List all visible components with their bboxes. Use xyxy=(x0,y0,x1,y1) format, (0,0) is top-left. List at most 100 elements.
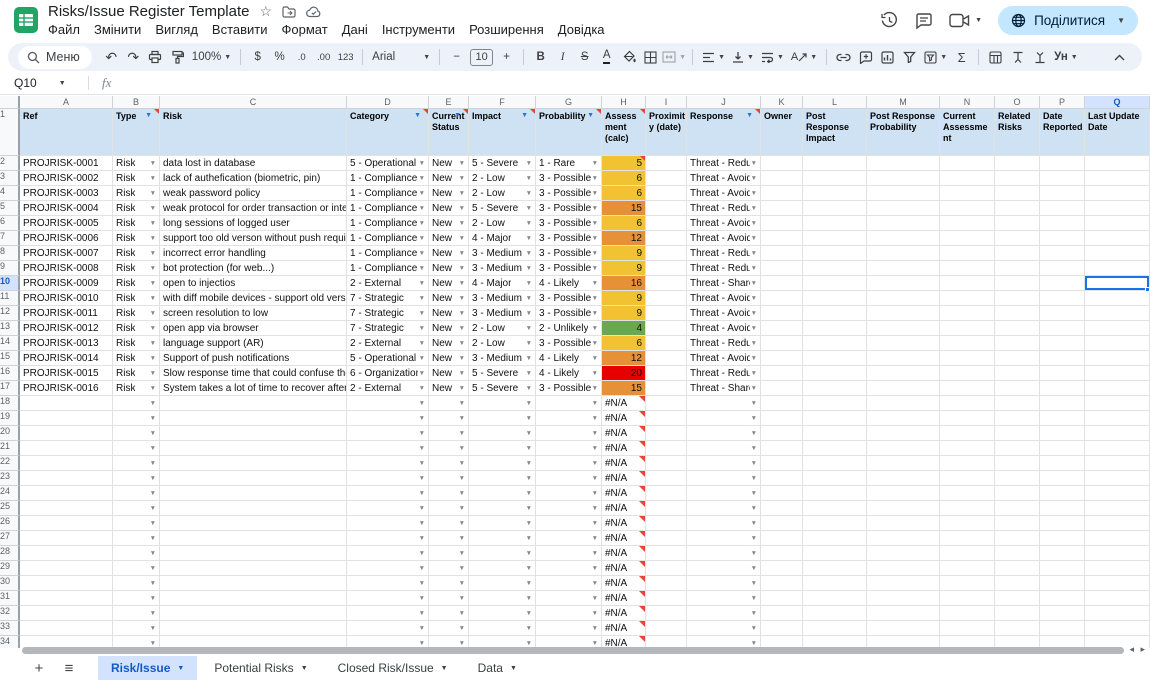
dropdown-icon[interactable]: ▼ xyxy=(149,520,159,527)
cell-F24[interactable]: ▼ xyxy=(469,486,536,501)
cell-H4[interactable]: 6 xyxy=(602,186,646,201)
cell-O16[interactable] xyxy=(995,366,1040,381)
dropdown-icon[interactable]: ▼ xyxy=(525,340,535,347)
dropdown-icon[interactable]: ▼ xyxy=(591,520,601,527)
cell-G25[interactable]: ▼ xyxy=(536,501,602,516)
dropdown-icon[interactable]: ▼ xyxy=(458,280,468,287)
currency-format-button[interactable]: $ xyxy=(247,46,268,68)
col-header-D[interactable]: D xyxy=(347,96,429,109)
dropdown-icon[interactable]: ▼ xyxy=(525,400,535,407)
cell-B11[interactable]: Risk▼ xyxy=(113,291,160,306)
cell-I9[interactable] xyxy=(646,261,687,276)
dropdown-icon[interactable]: ▼ xyxy=(458,460,468,467)
cell-B4[interactable]: Risk▼ xyxy=(113,186,160,201)
cell-D21[interactable]: ▼ xyxy=(347,441,429,456)
cell-N21[interactable] xyxy=(940,441,995,456)
cell-P11[interactable] xyxy=(1040,291,1085,306)
cell-C2[interactable]: data lost in database xyxy=(160,156,347,171)
cell-C31[interactable] xyxy=(160,591,347,606)
dropdown-icon[interactable]: ▼ xyxy=(149,310,159,317)
dropdown-icon[interactable]: ▼ xyxy=(750,565,760,572)
cell-B32[interactable]: ▼ xyxy=(113,606,160,621)
dropdown-icon[interactable]: ▼ xyxy=(458,310,468,317)
menu-edit[interactable]: Змінити xyxy=(88,21,147,38)
dropdown-icon[interactable]: ▼ xyxy=(525,565,535,572)
dropdown-icon[interactable]: ▼ xyxy=(591,475,601,482)
dropdown-icon[interactable]: ▼ xyxy=(525,505,535,512)
cell-H21[interactable]: #N/A xyxy=(602,441,646,456)
tab-data[interactable]: Data▼ xyxy=(465,656,530,680)
dropdown-icon[interactable]: ▼ xyxy=(525,445,535,452)
cell-C27[interactable] xyxy=(160,531,347,546)
cell-N8[interactable] xyxy=(940,246,995,261)
cell-E28[interactable]: ▼ xyxy=(429,546,469,561)
paint-format-button[interactable] xyxy=(167,46,188,68)
row-header-23[interactable]: 23 xyxy=(0,471,20,486)
cell-I3[interactable] xyxy=(646,171,687,186)
cell-N27[interactable] xyxy=(940,531,995,546)
row-header-13[interactable]: 13 xyxy=(0,321,20,336)
cell-A27[interactable] xyxy=(20,531,113,546)
cell-M18[interactable] xyxy=(867,396,940,411)
cell-K22[interactable] xyxy=(761,456,803,471)
dropdown-icon[interactable]: ▼ xyxy=(525,610,535,617)
cell-C5[interactable]: weak protocol for order transaction or i… xyxy=(160,201,347,216)
dropdown-icon[interactable]: ▼ xyxy=(149,370,159,377)
cell-F10[interactable]: 4 - Major▼ xyxy=(469,276,536,291)
cell-D5[interactable]: 1 - Compliance▼ xyxy=(347,201,429,216)
cell-H25[interactable]: #N/A xyxy=(602,501,646,516)
cell-N33[interactable] xyxy=(940,621,995,636)
dropdown-icon[interactable]: ▼ xyxy=(750,475,760,482)
cell-L26[interactable] xyxy=(803,516,867,531)
cell-Q4[interactable] xyxy=(1085,186,1150,201)
dropdown-icon[interactable]: ▼ xyxy=(750,280,760,287)
cell-F21[interactable]: ▼ xyxy=(469,441,536,456)
cell-I6[interactable] xyxy=(646,216,687,231)
cell-Q33[interactable] xyxy=(1085,621,1150,636)
cell-M4[interactable] xyxy=(867,186,940,201)
merge-cells-button[interactable]: ▼ xyxy=(662,46,686,68)
cell-O30[interactable] xyxy=(995,576,1040,591)
row-header-27[interactable]: 27 xyxy=(0,531,20,546)
dropdown-icon[interactable]: ▼ xyxy=(458,625,468,632)
row-header-17[interactable]: 17 xyxy=(0,381,20,396)
cell-Q19[interactable] xyxy=(1085,411,1150,426)
cell-B26[interactable]: ▼ xyxy=(113,516,160,531)
cell-L27[interactable] xyxy=(803,531,867,546)
name-box[interactable]: Q10 ▼ xyxy=(0,76,88,90)
cell-A28[interactable] xyxy=(20,546,113,561)
cell-J7[interactable]: Threat - Avoid▼ xyxy=(687,231,761,246)
filter-views-button[interactable]: ▼ xyxy=(921,46,950,68)
insert-table-button[interactable] xyxy=(985,46,1006,68)
cell-P24[interactable] xyxy=(1040,486,1085,501)
dropdown-icon[interactable]: ▼ xyxy=(418,445,428,452)
cell-D10[interactable]: 2 - External▼ xyxy=(347,276,429,291)
cell-K16[interactable] xyxy=(761,366,803,381)
cell-N17[interactable] xyxy=(940,381,995,396)
cell-A23[interactable] xyxy=(20,471,113,486)
cell-G33[interactable]: ▼ xyxy=(536,621,602,636)
dropdown-icon[interactable]: ▼ xyxy=(149,160,159,167)
cell-F18[interactable]: ▼ xyxy=(469,396,536,411)
cell-D24[interactable]: ▼ xyxy=(347,486,429,501)
cell-E19[interactable]: ▼ xyxy=(429,411,469,426)
cell-I32[interactable] xyxy=(646,606,687,621)
dropdown-icon[interactable]: ▼ xyxy=(458,535,468,542)
cell-P26[interactable] xyxy=(1040,516,1085,531)
dropdown-icon[interactable]: ▼ xyxy=(525,250,535,257)
cell-J22[interactable]: ▼ xyxy=(687,456,761,471)
cell-M30[interactable] xyxy=(867,576,940,591)
cell-O14[interactable] xyxy=(995,336,1040,351)
dropdown-icon[interactable]: ▼ xyxy=(591,505,601,512)
dropdown-icon[interactable]: ▼ xyxy=(746,112,753,119)
cell-P17[interactable] xyxy=(1040,381,1085,396)
dropdown-icon[interactable]: ▼ xyxy=(149,565,159,572)
cell-E6[interactable]: New▼ xyxy=(429,216,469,231)
row-header-33[interactable]: 33 xyxy=(0,621,20,636)
cell-K24[interactable] xyxy=(761,486,803,501)
dropdown-icon[interactable]: ▼ xyxy=(750,355,760,362)
cell-L12[interactable] xyxy=(803,306,867,321)
print-button[interactable] xyxy=(145,46,166,68)
cell-E32[interactable]: ▼ xyxy=(429,606,469,621)
cell-F4[interactable]: 2 - Low▼ xyxy=(469,186,536,201)
